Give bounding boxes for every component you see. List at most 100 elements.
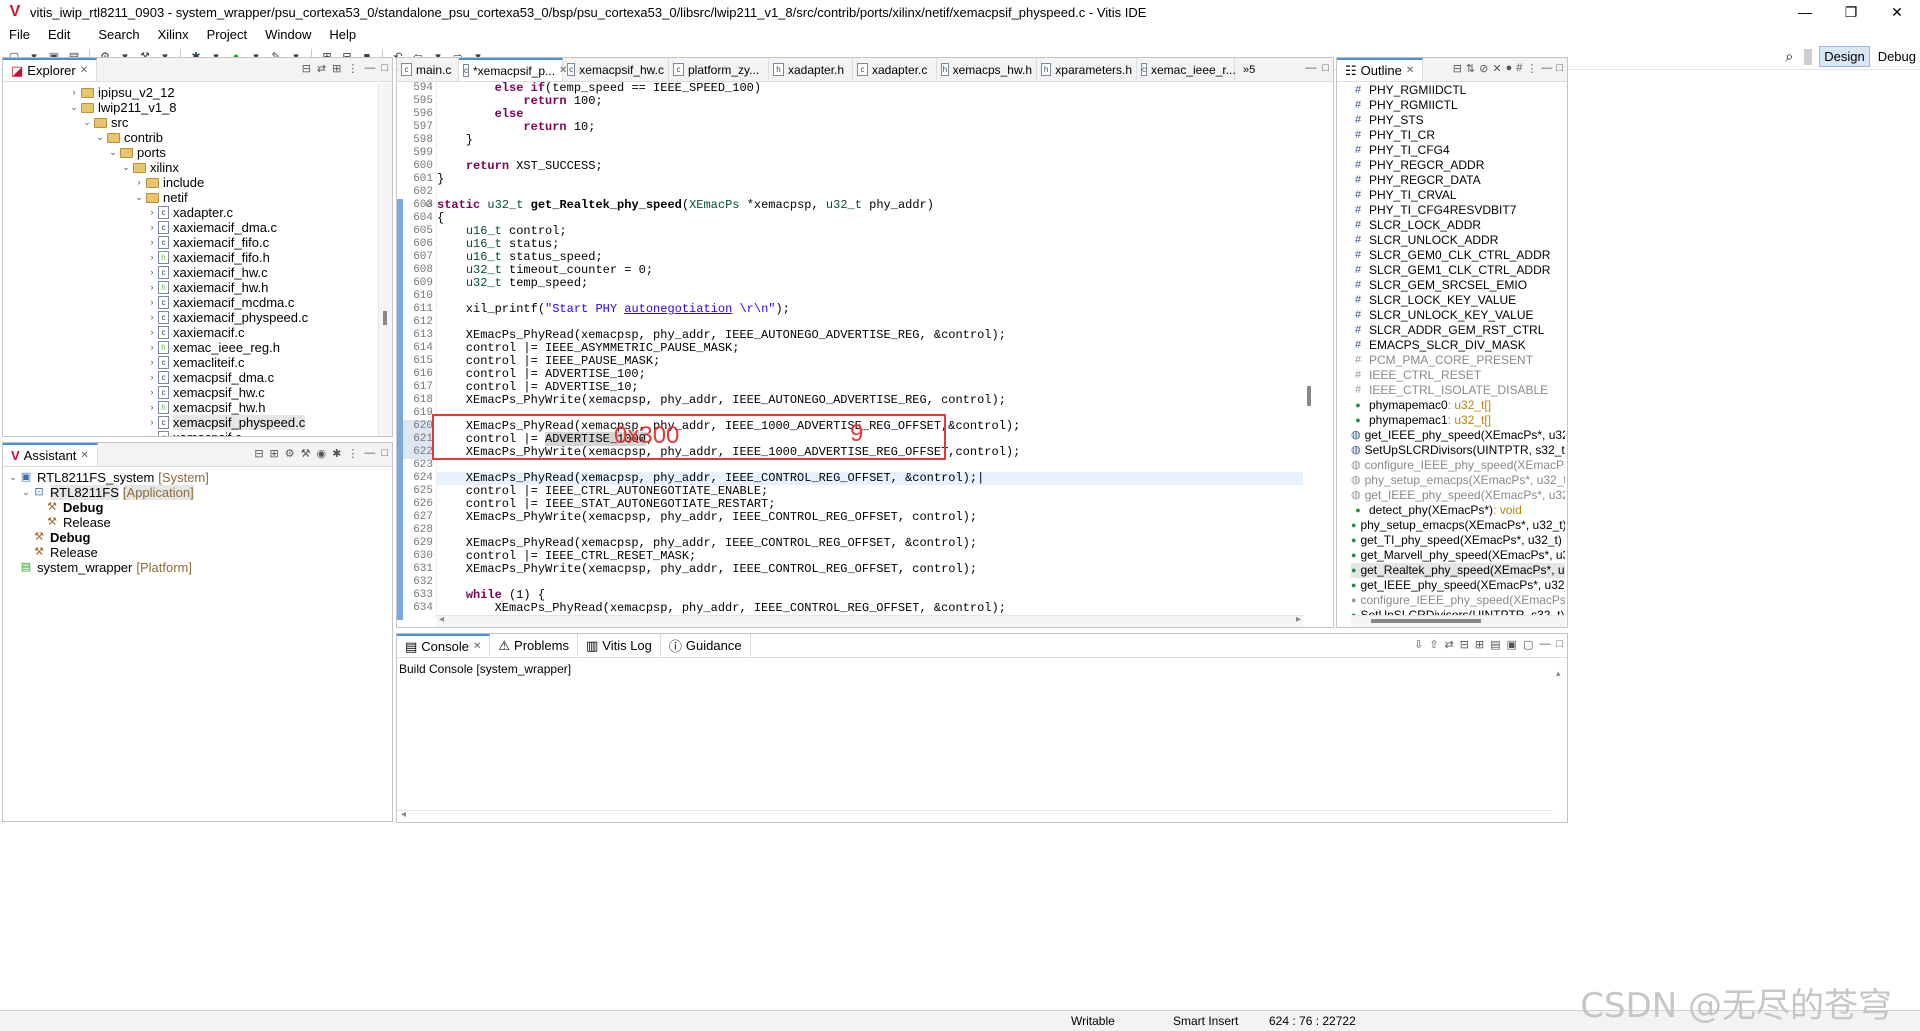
view-menu-icon[interactable]: ⋮ — [1526, 62, 1537, 75]
clear-icon[interactable]: ⊟ — [1460, 638, 1469, 651]
chevron-right-icon[interactable]: › — [146, 385, 158, 400]
editor-tab[interactable]: c main.c — [397, 58, 459, 81]
outline-item[interactable]: ● get_IEEE_phy_speed(XEmacPs*, u32_t) : — [1351, 578, 1565, 593]
search-icon[interactable]: ⌕ — [1781, 46, 1797, 67]
display-icon[interactable]: ▢ — [1523, 638, 1533, 651]
assistant-item[interactable]: ⚒ Debug — [7, 530, 392, 545]
maximize-button[interactable]: ❐ — [1828, 0, 1874, 24]
tree-item[interactable]: › c xaxiemacif.c — [3, 325, 378, 340]
console-scrollbar[interactable]: ▴ — [1553, 660, 1567, 810]
editor-tab[interactable]: h xparameters.h — [1037, 58, 1137, 81]
chevron-right-icon[interactable]: › — [146, 265, 158, 280]
menu-window[interactable]: Window — [256, 27, 320, 42]
settings-icon[interactable]: ⚙ — [285, 447, 295, 460]
editor-tab[interactable]: c *xemacpsif_p... ✕ — [459, 58, 567, 81]
outline-item[interactable]: # PHY_REGCR_ADDR — [1351, 158, 1565, 173]
chevron-down-icon[interactable]: ⌄ — [20, 485, 32, 500]
outline-item[interactable]: ◍get_IEEE_phy_speed(XEmacPs*, u32_t) : u — [1351, 428, 1565, 443]
tree-item[interactable]: › c xadapter.c — [3, 205, 378, 220]
tree-item[interactable]: › c xaxiemacif_dma.c — [3, 220, 378, 235]
editor-tab[interactable]: c platform_zy... — [669, 58, 769, 81]
tab-explorer[interactable]: ◪ Explorer ✕ — [3, 58, 98, 81]
tree-item[interactable]: › c xaxiemacif_hw.c — [3, 265, 378, 280]
tree-item[interactable]: ⌄ ports — [3, 145, 378, 160]
chevron-right-icon[interactable]: › — [146, 220, 158, 235]
outline-item[interactable]: ◍ phy_setup_emacps(XEmacPs*, u32_t) : — [1351, 473, 1565, 488]
close-icon[interactable]: ✕ — [80, 65, 88, 76]
hide-macros-icon[interactable]: # — [1516, 62, 1522, 75]
chevron-right-icon[interactable]: › — [68, 85, 80, 100]
chevron-right-icon[interactable]: › — [146, 310, 158, 325]
tree-item[interactable]: › h xemac_ieee_reg.h — [3, 340, 378, 355]
outline-item[interactable]: ● phymapemac0 : u32_t[] — [1351, 398, 1565, 413]
tab-guidance[interactable]: ⓘ Guidance — [661, 634, 751, 657]
tree-item[interactable]: › h xaxiemacif_fifo.h — [3, 250, 378, 265]
outline-item[interactable]: # PHY_TI_CFG4RESVDBIT7 — [1351, 203, 1565, 218]
outline-item[interactable]: # SLCR_GEM1_CLK_CTRL_ADDR — [1351, 263, 1565, 278]
tree-item[interactable]: ⌄ xilinx — [3, 160, 378, 175]
editor-tab[interactable]: h xemacps_hw.h — [937, 58, 1037, 81]
outline-item[interactable]: ● phy_setup_emacps(XEmacPs*, u32_t) : u — [1351, 518, 1565, 533]
chevron-down-icon[interactable]: ⌄ — [7, 470, 19, 485]
chevron-right-icon[interactable]: › — [146, 370, 158, 385]
chevron-down-icon[interactable]: ⌄ — [133, 190, 145, 205]
outline-item[interactable]: # SLCR_UNLOCK_KEY_VALUE — [1351, 308, 1565, 323]
tree-item[interactable]: › include — [3, 175, 378, 190]
view-menu-icon[interactable]: ⋮ — [347, 447, 358, 460]
up-icon[interactable]: ⇧ — [1429, 638, 1438, 651]
assistant-item[interactable]: ⌄ ▣ RTL8211FS_system [System] — [7, 470, 392, 485]
tab-assistant[interactable]: V Assistant ✕ — [3, 443, 98, 466]
outline-item[interactable]: ● detect_phy(XEmacPs*) : void — [1351, 503, 1565, 518]
outline-item[interactable]: # PHY_STS — [1351, 113, 1565, 128]
chevron-down-icon[interactable]: ⌄ — [68, 100, 80, 115]
menu-search[interactable]: Search — [89, 27, 148, 42]
outline-item[interactable]: # SLCR_GEM_SRCSEL_EMIO — [1351, 278, 1565, 293]
chevron-right-icon[interactable]: › — [146, 355, 158, 370]
tab-console[interactable]: ▤ Console ✕ — [397, 634, 491, 657]
expand-icon[interactable]: ⊞ — [270, 447, 279, 460]
tree-item[interactable]: › h xaxiemacif_hw.h — [3, 280, 378, 295]
menu-file[interactable]: File — [0, 27, 39, 42]
minimize-icon[interactable]: — — [1539, 638, 1550, 651]
debug-icon[interactable]: ✱ — [332, 447, 341, 460]
view-menu-icon[interactable]: ⋮ — [347, 62, 358, 75]
chevron-down-icon[interactable]: ⌄ — [81, 115, 93, 130]
hide-static-icon[interactable]: ✕ — [1492, 62, 1501, 75]
tree-item[interactable]: › c xemacliteif.c — [3, 355, 378, 370]
outline-item[interactable]: ● phymapemac1 : u32_t[] — [1351, 413, 1565, 428]
tree-item[interactable]: › c xaxiemacif_physpeed.c — [3, 310, 378, 325]
chevron-right-icon[interactable]: › — [146, 280, 158, 295]
maximize-icon[interactable]: □ — [381, 62, 388, 75]
maximize-icon[interactable]: □ — [1322, 62, 1329, 74]
perspective-debug-button[interactable]: Debug — [1874, 47, 1920, 66]
sort-icon[interactable]: ⇅ — [1466, 62, 1475, 75]
outline-item[interactable]: # SLCR_LOCK_ADDR — [1351, 218, 1565, 233]
tree-item[interactable]: ⌄ netif — [3, 190, 378, 205]
minimize-button[interactable]: — — [1782, 0, 1828, 24]
chevron-right-icon[interactable]: › — [146, 250, 158, 265]
close-button[interactable]: ✕ — [1874, 0, 1920, 24]
outline-item[interactable]: # PHY_REGCR_DATA — [1351, 173, 1565, 188]
editor-horizontal-scrollbar[interactable]: ◂ ▸ — [437, 614, 1303, 627]
menu-xilinx[interactable]: Xilinx — [149, 27, 198, 42]
outline-item[interactable]: # SLCR_LOCK_KEY_VALUE — [1351, 293, 1565, 308]
outline-item[interactable]: # SLCR_GEM0_CLK_CTRL_ADDR — [1351, 248, 1565, 263]
chevron-right-icon[interactable]: › — [146, 235, 158, 250]
chevron-right-icon[interactable]: › — [146, 295, 158, 310]
collapse-all-icon[interactable]: ⊟ — [302, 62, 311, 75]
menu-help[interactable]: Help — [320, 27, 365, 42]
hide-fields-icon[interactable]: ⊘ — [1479, 62, 1488, 75]
tree-item[interactable]: › h xemacpsif_hw.h — [3, 400, 378, 415]
maximize-icon[interactable]: □ — [381, 447, 388, 460]
chevron-right-icon[interactable]: › — [146, 325, 158, 340]
tree-item[interactable]: ⌄ src — [3, 115, 378, 130]
editor-vertical-scrollbar[interactable] — [1303, 82, 1317, 620]
chevron-right-icon[interactable]: › — [133, 175, 145, 190]
outline-item[interactable]: # PHY_TI_CRVAL — [1351, 188, 1565, 203]
outline-item[interactable]: # PHY_RGMIIDCTL — [1351, 83, 1565, 98]
maximize-icon[interactable]: □ — [1556, 638, 1563, 651]
maximize-icon[interactable]: □ — [1556, 62, 1563, 75]
close-icon[interactable]: ✕ — [1406, 65, 1414, 76]
outline-item[interactable]: # IEEE_CTRL_ISOLATE_DISABLE — [1351, 383, 1565, 398]
more-tabs-button[interactable]: »5 — [1235, 58, 1263, 81]
